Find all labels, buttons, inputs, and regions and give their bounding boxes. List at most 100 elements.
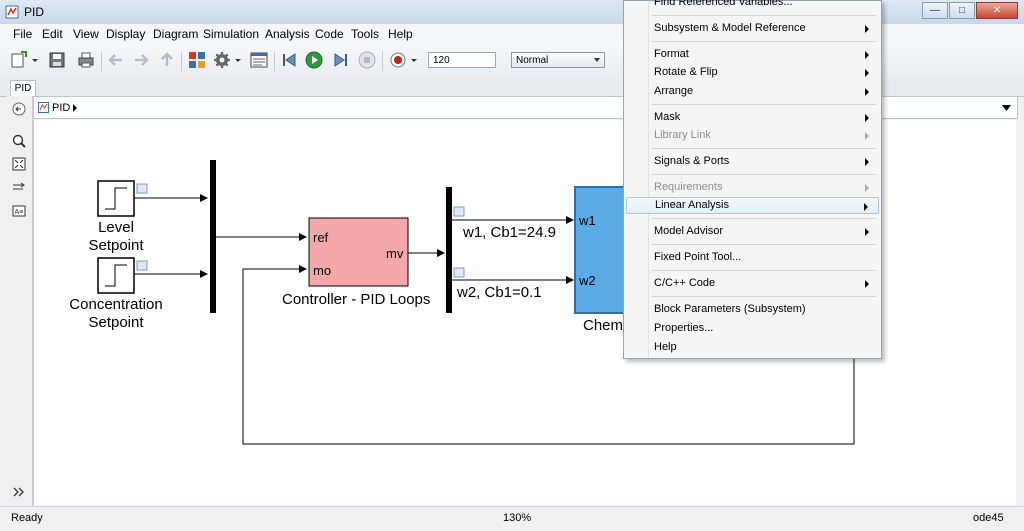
stop-time-input[interactable]: 120 bbox=[428, 52, 496, 68]
zoom-icon[interactable] bbox=[12, 134, 26, 148]
menu-item-signals-ports[interactable]: Signals & Ports bbox=[626, 153, 879, 170]
arrow-right-icon[interactable] bbox=[12, 180, 26, 194]
menu-help[interactable]: Help bbox=[388, 27, 413, 41]
menu-tools[interactable]: Tools bbox=[351, 27, 379, 41]
status-text: Ready bbox=[11, 512, 43, 524]
demux-block[interactable] bbox=[446, 187, 452, 313]
new-model-icon[interactable] bbox=[10, 51, 28, 69]
submenu-arrow-icon bbox=[865, 132, 869, 140]
menu-file[interactable]: File bbox=[13, 27, 32, 41]
chem-port-w2: w2 bbox=[579, 273, 596, 288]
stop-icon[interactable] bbox=[358, 51, 376, 69]
level-setpoint-block[interactable] bbox=[97, 180, 135, 217]
signal-indicator-icon[interactable] bbox=[136, 183, 148, 194]
concentration-setpoint-label: Concentration Setpoint bbox=[69, 296, 163, 331]
menu-item-model-advisor[interactable]: Model Advisor bbox=[626, 223, 879, 240]
submenu-arrow-icon bbox=[865, 228, 869, 236]
tab-pid[interactable]: PID bbox=[10, 80, 36, 96]
signal-indicator-icon[interactable] bbox=[453, 206, 465, 217]
left-palette: A≡ bbox=[7, 96, 33, 506]
menu-item-mask[interactable]: Mask bbox=[626, 109, 879, 126]
menu-separator bbox=[652, 15, 876, 16]
menu-item-subsystem-model-reference[interactable]: Subsystem & Model Reference bbox=[626, 20, 879, 37]
menu-item-help[interactable]: Help bbox=[626, 339, 879, 356]
controller-port-mo: mo bbox=[313, 263, 332, 278]
submenu-arrow-icon bbox=[865, 184, 869, 192]
menu-item-label: Requirements bbox=[654, 181, 723, 193]
forward-icon[interactable] bbox=[132, 51, 150, 69]
controller-port-mv: mv bbox=[386, 246, 404, 261]
concentration-setpoint-block[interactable] bbox=[97, 257, 135, 294]
expand-icon[interactable] bbox=[12, 485, 26, 499]
solver-name: ode45 bbox=[973, 512, 1004, 524]
print-icon[interactable] bbox=[77, 51, 95, 69]
menu-edit[interactable]: Edit bbox=[42, 27, 63, 41]
menu-analysis[interactable]: Analysis bbox=[265, 27, 310, 41]
record-icon[interactable] bbox=[389, 51, 407, 69]
gear-icon[interactable] bbox=[213, 51, 231, 69]
svg-text:A≡: A≡ bbox=[15, 209, 24, 216]
chem-label: Chem bbox=[583, 317, 624, 334]
library-browser-icon[interactable] bbox=[188, 51, 206, 69]
annotation-icon[interactable]: A≡ bbox=[12, 204, 26, 218]
menu-simulation[interactable]: Simulation bbox=[203, 27, 259, 41]
menu-item-rotate-flip[interactable]: Rotate & Flip bbox=[626, 64, 879, 81]
chevron-down-icon bbox=[594, 58, 600, 62]
menu-item-label: Subsystem & Model Reference bbox=[654, 22, 806, 34]
submenu-arrow-icon bbox=[865, 158, 869, 166]
menu-item-label: Find Referenced Variables... bbox=[654, 0, 793, 8]
step-back-icon[interactable] bbox=[281, 51, 299, 69]
menu-item-label: Fixed Point Tool... bbox=[654, 251, 742, 263]
model-explorer-icon[interactable] bbox=[250, 51, 268, 69]
menu-item-properties[interactable]: Properties... bbox=[626, 320, 879, 337]
menu-diagram[interactable]: Diagram bbox=[153, 27, 198, 41]
menu-item-label: Model Advisor bbox=[654, 225, 724, 237]
breadcrumb-model[interactable]: PID bbox=[52, 102, 70, 114]
submenu-arrow-icon bbox=[865, 88, 869, 96]
save-icon[interactable] bbox=[48, 51, 66, 69]
signal-indicator-icon[interactable] bbox=[453, 267, 465, 278]
simulation-mode-select[interactable]: Normal bbox=[511, 52, 605, 68]
mux-block[interactable] bbox=[210, 160, 216, 313]
menu-display[interactable]: Display bbox=[106, 27, 145, 41]
menu-item-block-parameters[interactable]: Block Parameters (Subsystem) bbox=[626, 301, 879, 318]
maximize-button[interactable]: □ bbox=[949, 2, 975, 19]
chevron-down-icon[interactable] bbox=[30, 51, 40, 69]
controller-port-ref: ref bbox=[313, 230, 329, 245]
menu-item-fixed-point-tool[interactable]: Fixed Point Tool... bbox=[626, 249, 879, 266]
step-forward-icon[interactable] bbox=[331, 51, 349, 69]
menu-item-c-cpp-code[interactable]: C/C++ Code bbox=[626, 275, 879, 292]
chevron-down-icon[interactable] bbox=[409, 51, 419, 69]
chevron-down-icon[interactable] bbox=[233, 51, 243, 69]
fit-to-view-icon[interactable] bbox=[12, 157, 26, 171]
menu-item-label: Signals & Ports bbox=[654, 155, 730, 167]
submenu-arrow-icon bbox=[865, 69, 869, 77]
menu-separator bbox=[652, 174, 876, 175]
back-icon[interactable] bbox=[107, 51, 125, 69]
menu-item-format[interactable]: Format bbox=[626, 46, 879, 63]
chevron-down-icon[interactable] bbox=[1002, 105, 1011, 111]
submenu-arrow-icon bbox=[865, 114, 869, 122]
menu-separator bbox=[652, 148, 876, 149]
menu-separator bbox=[652, 41, 876, 42]
up-icon[interactable] bbox=[158, 51, 176, 69]
chevron-right-icon bbox=[73, 104, 77, 112]
menu-item-find-referenced-variables[interactable]: Find Referenced Variables... bbox=[626, 0, 879, 11]
menu-item-linear-analysis[interactable]: Linear Analysis bbox=[626, 197, 879, 214]
controller-label: Controller - PID Loops bbox=[282, 291, 431, 308]
window-title: PID bbox=[24, 5, 45, 19]
run-icon[interactable] bbox=[305, 51, 323, 69]
menu-view[interactable]: View bbox=[73, 27, 99, 41]
hide-browser-icon[interactable] bbox=[12, 102, 26, 116]
menu-code[interactable]: Code bbox=[315, 27, 344, 41]
menu-item-arrange[interactable]: Arrange bbox=[626, 83, 879, 100]
submenu-arrow-icon bbox=[864, 203, 868, 211]
minimize-button[interactable]: — bbox=[922, 2, 948, 19]
window-controls: — □ ✕ bbox=[921, 2, 1018, 19]
menu-item-label: Format bbox=[654, 48, 689, 60]
chem-block[interactable] bbox=[574, 186, 628, 314]
close-button[interactable]: ✕ bbox=[976, 2, 1018, 19]
menu-item-label: Rotate & Flip bbox=[654, 66, 718, 78]
menu-item-library-link: Library Link bbox=[626, 127, 879, 144]
signal-indicator-icon[interactable] bbox=[136, 260, 148, 271]
